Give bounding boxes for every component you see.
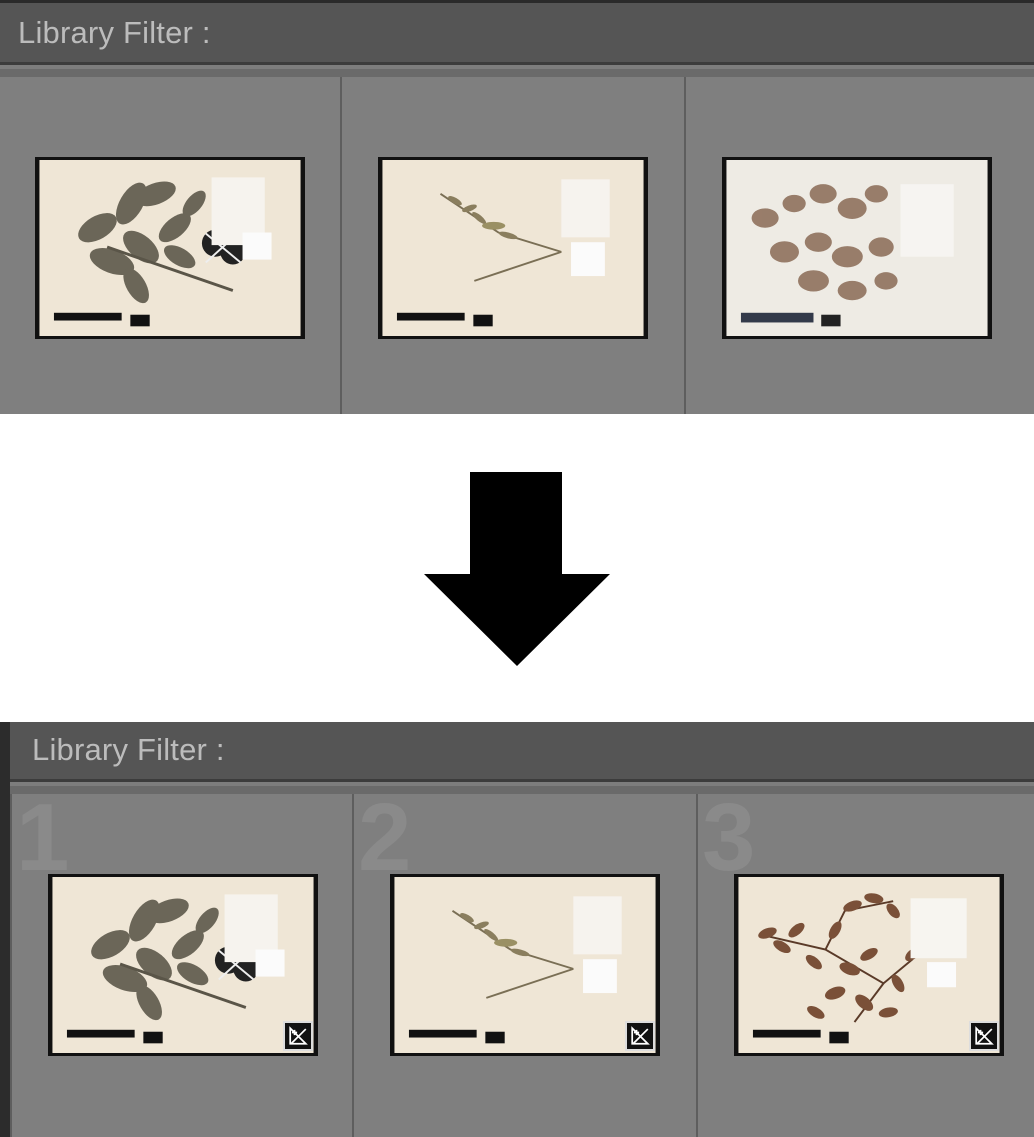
thumbnail-1[interactable] [35, 157, 305, 339]
library-grid-after: Library Filter : 1 2 3 [0, 722, 1034, 1137]
grid-cell-3[interactable]: 3 [696, 790, 1034, 1137]
library-filter-bar[interactable]: Library Filter : [0, 3, 1034, 65]
herbarium-specimen-image [726, 160, 988, 336]
cell-number: 3 [702, 784, 756, 891]
herbarium-specimen-image [52, 877, 314, 1053]
thumbnail-1[interactable] [48, 874, 318, 1056]
develop-adjustment-icon[interactable] [283, 1021, 313, 1051]
grid-cell-1[interactable]: 1 [10, 790, 354, 1137]
herbarium-specimen-image [39, 160, 301, 336]
library-filter-bar[interactable]: Library Filter : [10, 722, 1034, 782]
herbarium-specimen-image [382, 160, 644, 336]
cell-number: 1 [16, 784, 70, 891]
thumbnail-3[interactable] [734, 874, 1004, 1056]
grid-cell-2[interactable] [340, 77, 686, 414]
library-filter-label: Library Filter : [32, 732, 225, 767]
herbarium-specimen-image [738, 877, 1000, 1053]
thumbnail-3[interactable] [722, 157, 992, 339]
library-filter-label: Library Filter : [18, 15, 211, 50]
cell-number: 2 [358, 784, 412, 891]
panel-left-edge [0, 722, 10, 1137]
thumbnail-2[interactable] [390, 874, 660, 1056]
grid-separator [0, 69, 1034, 77]
grid-separator [10, 786, 1034, 794]
develop-adjustment-icon[interactable] [625, 1021, 655, 1051]
grid-cell-3[interactable] [684, 77, 1034, 414]
grid-cell-2[interactable]: 2 [352, 790, 698, 1137]
down-arrow-icon [424, 472, 610, 666]
develop-adjustment-icon[interactable] [969, 1021, 999, 1051]
library-grid-before: Library Filter : [0, 0, 1034, 414]
thumbnail-2[interactable] [378, 157, 648, 339]
grid-cell-1[interactable] [0, 77, 342, 414]
herbarium-specimen-image [394, 877, 656, 1053]
